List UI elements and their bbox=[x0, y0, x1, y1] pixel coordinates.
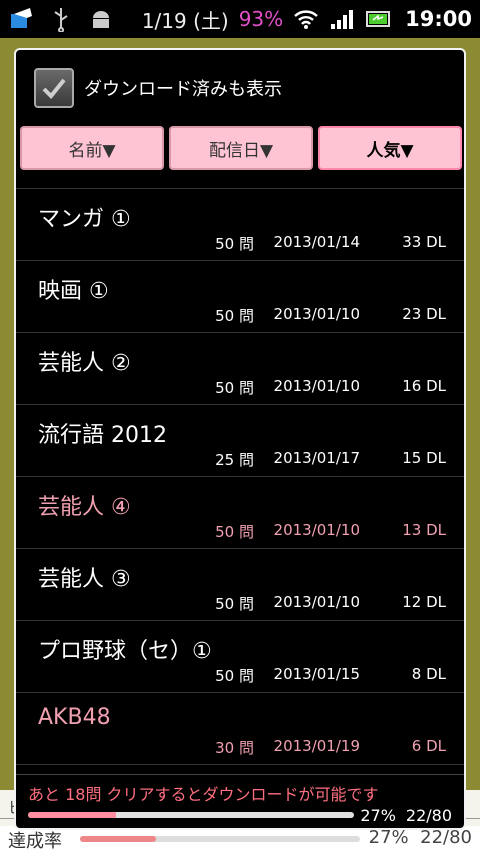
sort-by-date-button[interactable]: 配信日▼ bbox=[169, 126, 313, 170]
background-progress-fill bbox=[80, 836, 156, 842]
battery-icon bbox=[365, 6, 391, 32]
list-item[interactable]: 芸能人 ④ 50 問 2013/01/10 13 DL bbox=[16, 477, 464, 549]
list-item[interactable]: マンガ ① 50 問 2013/01/14 33 DL bbox=[16, 189, 464, 261]
item-date: 2013/01/10 bbox=[273, 377, 360, 395]
footer-progress-fill bbox=[28, 812, 117, 818]
list-item[interactable]: プロ野球（セ）① 50 問 2013/01/15 8 DL bbox=[16, 621, 464, 693]
item-questions: 50 問 bbox=[215, 235, 254, 253]
item-questions: 50 問 bbox=[215, 307, 254, 325]
list-item[interactable]: 映画 ① 50 問 2013/01/10 23 DL bbox=[16, 261, 464, 333]
item-questions: 25 問 bbox=[215, 451, 254, 469]
footer-message: あと 18問 クリアするとダウンロードが可能です bbox=[28, 785, 379, 804]
item-downloads: 33 DL bbox=[402, 233, 446, 251]
item-title: 芸能人 ③ bbox=[38, 567, 131, 592]
item-downloads: 6 DL bbox=[411, 737, 446, 755]
item-title: 映画 ① bbox=[38, 279, 109, 304]
show-downloaded-label: ダウンロード済みも表示 bbox=[84, 79, 282, 100]
item-downloads: 15 DL bbox=[402, 449, 446, 467]
item-title: 芸能人 ④ bbox=[38, 495, 131, 520]
usb-icon bbox=[48, 6, 74, 32]
item-date: 2013/01/19 bbox=[273, 737, 360, 755]
item-title: 流行語 2012 bbox=[38, 423, 167, 448]
item-date: 2013/01/15 bbox=[273, 665, 360, 683]
item-questions: 50 問 bbox=[215, 595, 254, 613]
item-downloads: 23 DL bbox=[402, 305, 446, 323]
footer-count: 22/80 bbox=[405, 806, 452, 825]
sort-by-name-button[interactable]: 名前▼ bbox=[20, 126, 164, 170]
item-date: 2013/01/10 bbox=[273, 593, 360, 611]
background-progress-bar bbox=[80, 836, 360, 842]
signal-icon bbox=[329, 6, 355, 32]
download-dialog: ダウンロード済みも表示 名前▼ 配信日▼ 人気▼ マンガ ① 50 問 2013/0… bbox=[14, 48, 466, 830]
item-date: 2013/01/10 bbox=[273, 305, 360, 323]
item-downloads: 16 DL bbox=[402, 377, 446, 395]
footer-progress-bar bbox=[28, 812, 354, 818]
item-title: マンガ ① bbox=[38, 207, 131, 232]
footer-percent: 27% bbox=[360, 806, 396, 825]
item-questions: 50 問 bbox=[215, 523, 254, 541]
item-date: 2013/01/14 bbox=[273, 233, 360, 251]
item-questions: 50 問 bbox=[215, 379, 254, 397]
item-downloads: 12 DL bbox=[402, 593, 446, 611]
item-downloads: 13 DL bbox=[402, 521, 446, 539]
item-date: 2013/01/17 bbox=[273, 449, 360, 467]
show-downloaded-checkbox[interactable] bbox=[34, 68, 74, 108]
item-title: AKB48 bbox=[38, 705, 111, 730]
item-questions: 50 問 bbox=[215, 667, 254, 685]
background-achievement-label: 達成率 bbox=[8, 831, 62, 852]
sort-bar: 名前▼ 配信日▼ 人気▼ bbox=[20, 126, 462, 170]
footer-progress-stat: 27% 22/80 bbox=[360, 806, 452, 825]
background-progress-stat: 27% 22/80 bbox=[368, 827, 472, 848]
item-downloads: 8 DL bbox=[411, 665, 446, 683]
quiz-list: マンガ ① 50 問 2013/01/14 33 DL 映画 ① 50 問 2013/01/… bbox=[16, 188, 464, 765]
battery-percent: 93% bbox=[238, 7, 284, 31]
item-title: プロ野球（セ）① bbox=[38, 639, 212, 664]
download-footer: あと 18問 クリアするとダウンロードが可能です 27% 22/80 bbox=[16, 774, 464, 828]
status-time: 19:00 bbox=[405, 7, 472, 31]
status-bar: 1/19 (土) 93% 19:00 bbox=[0, 0, 480, 38]
list-item[interactable]: 流行語 2012 25 問 2013/01/17 15 DL bbox=[16, 405, 464, 477]
android-debug-icon bbox=[88, 6, 114, 32]
wifi-icon bbox=[293, 6, 319, 32]
item-title: 芸能人 ② bbox=[38, 351, 131, 376]
list-item[interactable]: 芸能人 ③ 50 問 2013/01/10 12 DL bbox=[16, 549, 464, 621]
show-downloaded-toggle[interactable]: ダウンロード済みも表示 bbox=[34, 68, 282, 108]
app-icon bbox=[8, 6, 34, 32]
status-date: 1/19 (土) bbox=[141, 8, 229, 33]
checkmark-icon bbox=[42, 78, 66, 99]
list-item[interactable]: 芸能人 ② 50 問 2013/01/10 16 DL bbox=[16, 333, 464, 405]
item-date: 2013/01/10 bbox=[273, 521, 360, 539]
sort-by-popularity-button[interactable]: 人気▼ bbox=[318, 126, 462, 170]
list-item[interactable]: AKB48 30 問 2013/01/19 6 DL bbox=[16, 693, 464, 765]
item-questions: 30 問 bbox=[215, 739, 254, 757]
